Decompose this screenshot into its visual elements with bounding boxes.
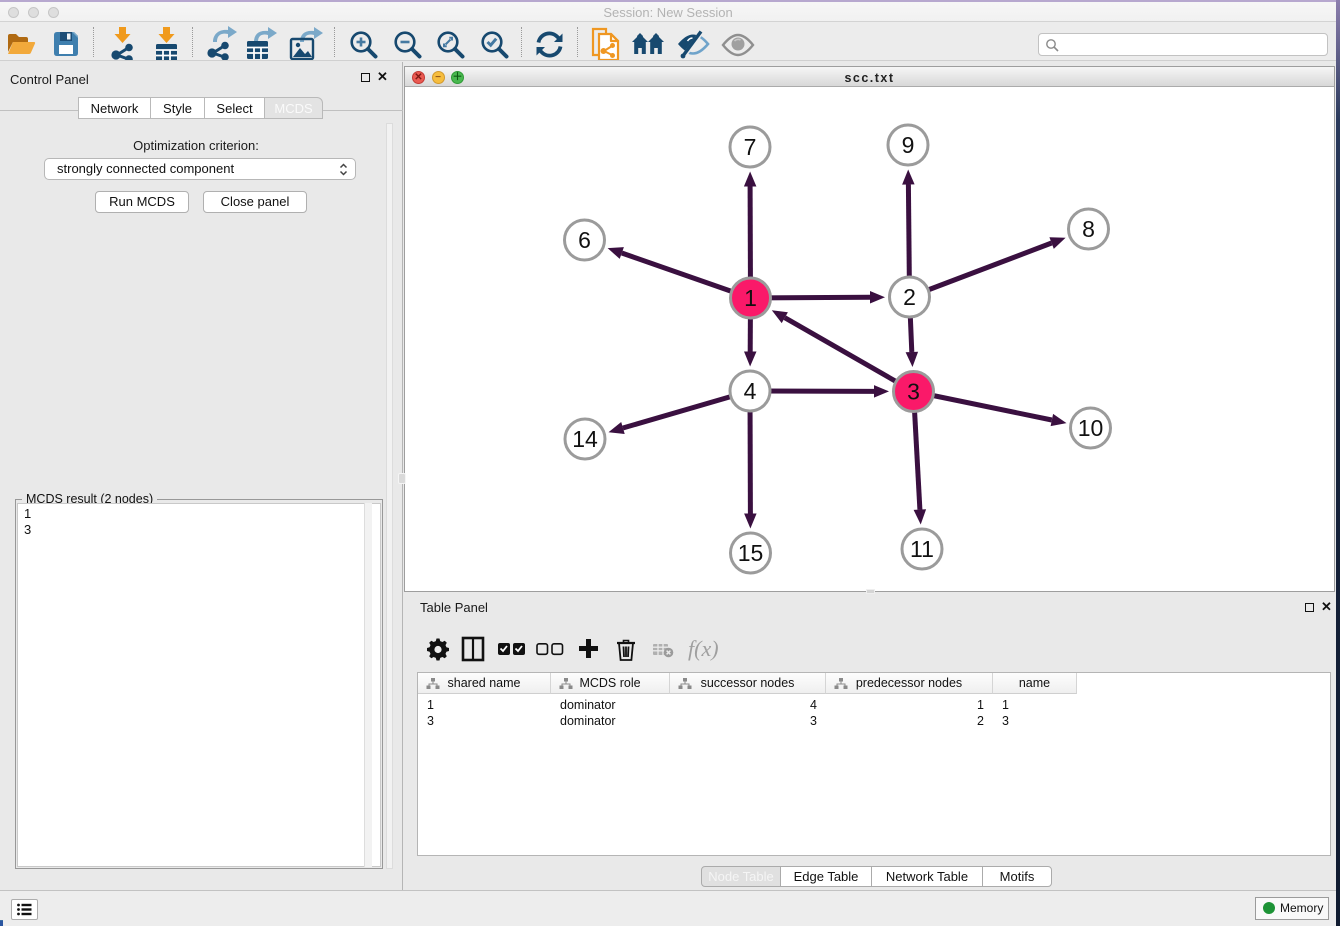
svg-text:14: 14 xyxy=(572,426,598,452)
svg-text:6: 6 xyxy=(578,227,591,253)
svg-text:9: 9 xyxy=(902,132,915,158)
svg-text:8: 8 xyxy=(1082,216,1095,242)
svg-text:11: 11 xyxy=(910,536,934,562)
svg-text:f(x): f(x) xyxy=(688,636,719,661)
svg-text:7: 7 xyxy=(744,134,757,160)
svg-text:2: 2 xyxy=(903,284,916,310)
svg-text:15: 15 xyxy=(738,540,764,566)
svg-text:10: 10 xyxy=(1078,415,1104,441)
svg-text:4: 4 xyxy=(744,378,757,404)
svg-text:1: 1 xyxy=(744,285,757,311)
svg-text:3: 3 xyxy=(907,379,920,405)
